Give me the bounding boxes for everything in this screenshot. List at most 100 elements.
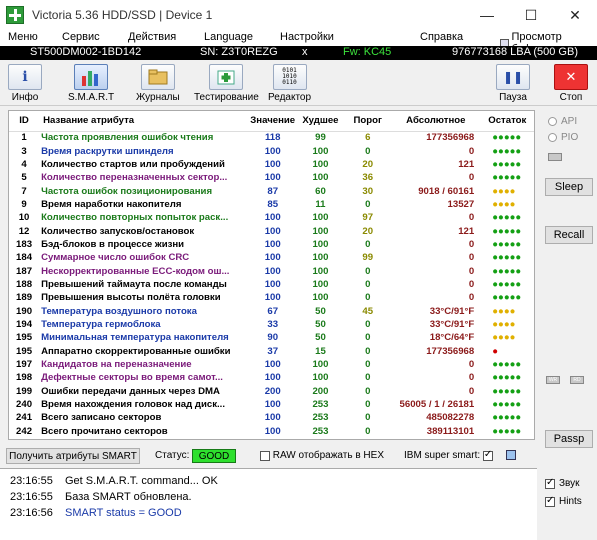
menu-actions[interactable]: Действия: [128, 31, 176, 43]
col-id[interactable]: ID: [9, 111, 40, 132]
hints-checkbox[interactable]: Hints: [545, 495, 582, 507]
table-row[interactable]: 195 Аппаратно скорректированные ошибки 37 1…: [9, 345, 534, 358]
table-row[interactable]: 242 Всего прочитано секторов 100 253 0 389113…: [9, 425, 534, 438]
menu-help[interactable]: Справка: [420, 31, 463, 43]
table-row[interactable]: 197 Кандидатов на переназначение 100 100 0 0 ●…: [9, 358, 534, 371]
table-row[interactable]: 7 Частота ошибок позиционирования 87 60 30 90…: [9, 184, 534, 197]
attr-value: 100: [264, 238, 281, 250]
table-row[interactable]: 3 Время раскрутки шпинделя 100 100 0 0 ●●●●●: [9, 144, 534, 157]
attr-worst: 100: [312, 278, 329, 290]
menu-settings[interactable]: Настройки: [280, 31, 334, 43]
attr-name: Превышений таймаута после команды: [41, 278, 227, 290]
attr-name: Количество запусков/остановок: [41, 225, 195, 237]
attr-absolute: 121: [458, 158, 475, 170]
table-row[interactable]: 199 Ошибки передачи данных через DMA 200 20…: [9, 385, 534, 398]
attr-worst: 100: [312, 212, 329, 224]
col-value[interactable]: Значение: [248, 111, 297, 132]
journals-tool[interactable]: Журналы: [136, 64, 180, 103]
menu-language[interactable]: Language: [204, 31, 253, 43]
table-row[interactable]: 195 Минимальная температура накопителя 90 5…: [9, 331, 534, 344]
attr-health-dots: ●●●●●: [492, 158, 522, 170]
attr-absolute: 0: [468, 212, 475, 224]
passp-button[interactable]: Passp: [545, 430, 593, 448]
smart-bars-icon: [74, 64, 109, 90]
ibm-super-smart-checkbox[interactable]: IBM super smart:: [404, 449, 493, 461]
api-radio[interactable]: API: [548, 116, 577, 127]
raw-hex-checkbox[interactable]: RAW отображать в HEX: [260, 450, 384, 461]
attr-threshold: 20: [362, 225, 374, 237]
attr-worst: 253: [312, 399, 329, 411]
attr-name: Всего прочитано секторов: [41, 425, 168, 437]
log-panel[interactable]: 23:16:55 Get S.M.A.R.T. command... OK 23:…: [0, 468, 537, 540]
get-smart-button[interactable]: Получить атрибуты SMART: [6, 448, 140, 464]
attr-health-dots: ●●●●●: [492, 399, 522, 411]
attr-worst: 50: [315, 305, 326, 317]
menu-main[interactable]: Меню: [8, 31, 38, 43]
col-worst[interactable]: Худшее: [296, 111, 345, 132]
attr-name: Количество повторных попыток раск...: [41, 212, 229, 224]
recall-button[interactable]: Recall: [545, 226, 593, 244]
table-row[interactable]: 183 Бэд-блоков в процессе жизни 100 100 0 0 ●●…: [9, 238, 534, 251]
smart-tool[interactable]: S.M.A.R.T: [68, 64, 114, 103]
col-name[interactable]: Название атрибута: [39, 111, 249, 132]
col-threshold[interactable]: Порог: [344, 111, 392, 132]
table-row[interactable]: 5 Количество переназначенных сектор... 100…: [9, 171, 534, 184]
pio-radio[interactable]: PIO: [548, 132, 578, 143]
attr-threshold: 0: [365, 278, 371, 290]
pause-tool[interactable]: ❚❚ Пауза: [496, 64, 530, 103]
col-remaining[interactable]: Остаток: [480, 111, 534, 132]
attr-health-dots: ●●●●●: [492, 145, 522, 157]
attr-id: 195: [16, 332, 33, 344]
attr-threshold: 0: [365, 372, 371, 384]
attr-id: 7: [21, 185, 27, 197]
menu-service[interactable]: Сервис: [62, 31, 100, 43]
maximize-button[interactable]: ☐: [509, 0, 553, 30]
table-row[interactable]: 188 Превышений таймаута после команды 100 1…: [9, 278, 534, 291]
table-row[interactable]: 184 Суммарное число ошибок CRC 100 100 99 0 ●●…: [9, 251, 534, 264]
log-line: 23:16:55 База SMART обновлена.: [10, 491, 192, 503]
testing-tool[interactable]: Тестирование: [194, 64, 259, 103]
table-row[interactable]: 189 Превышения высоты полёта головки 100 10…: [9, 291, 534, 304]
minimize-button[interactable]: —: [465, 0, 509, 30]
editor-tool[interactable]: 0101 1010 0110 Редактор: [268, 64, 311, 103]
smart-table[interactable]: ID Название атрибута Значение Худшее Пор…: [8, 110, 535, 440]
attr-absolute: 33°C/91°F: [429, 305, 475, 317]
table-row[interactable]: 187 Нескорректированные ЕСС-кодом ош... 10…: [9, 264, 534, 277]
table-row[interactable]: 12 Количество запусков/остановок 100 100 20 1…: [9, 224, 534, 237]
table-row[interactable]: 198 Дефектные секторы во время самот... 10…: [9, 371, 534, 384]
table-row[interactable]: 1 Частота проявления ошибок чтения 118 99 6 1…: [9, 131, 534, 144]
attr-id: 195: [16, 345, 33, 357]
sound-checkbox[interactable]: Звук: [545, 477, 580, 489]
attr-health-dots: ●●●●●: [492, 425, 522, 437]
table-row[interactable]: 4 Количество стартов или пробуждений 100 10…: [9, 158, 534, 171]
drive-model[interactable]: ST500DM002-1BD142: [30, 46, 141, 58]
attr-threshold: 0: [365, 145, 371, 157]
table-row[interactable]: 10 Количество повторных попыток раск... 10…: [9, 211, 534, 224]
table-row[interactable]: 190 Температура воздушного потока 67 50 45 33…: [9, 304, 534, 317]
attr-name: Температура воздушного потока: [41, 305, 197, 317]
table-row[interactable]: 240 Время нахождения головок над диск... 1…: [9, 398, 534, 411]
col-absolute[interactable]: Абсолютное: [391, 111, 481, 132]
attr-health-dots: ●●●●●: [492, 412, 522, 424]
color-picker-square[interactable]: [506, 450, 516, 460]
stop-tool[interactable]: ✕ Стоп: [554, 64, 588, 103]
table-row[interactable]: 241 Всего записано секторов 100 253 0 4850822…: [9, 411, 534, 424]
close-button[interactable]: ✕: [553, 0, 597, 30]
attr-value: 118: [264, 132, 281, 144]
attr-worst: 100: [312, 372, 329, 384]
drive-close-x[interactable]: x: [302, 46, 308, 58]
attr-id: 189: [16, 292, 33, 304]
table-row[interactable]: 9 Время наработки накопителя 85 11 0 13527 ●●●…: [9, 198, 534, 211]
attr-worst: 11: [315, 198, 326, 210]
attr-health-dots: ●●●●: [492, 332, 516, 344]
attr-worst: 100: [312, 292, 329, 304]
attr-absolute: 0: [468, 252, 475, 264]
table-row[interactable]: 194 Температура гермоблока 33 50 0 33°C/91°F ●…: [9, 318, 534, 331]
info-tool[interactable]: i Инфо: [8, 64, 42, 103]
sleep-button[interactable]: Sleep: [545, 178, 593, 196]
attr-health-dots: ●●●●●: [492, 359, 522, 371]
journal-folder-icon: [140, 64, 175, 90]
attr-health-dots: ●●●●●: [492, 385, 522, 397]
attr-health-dots: ●●●●●: [492, 172, 522, 184]
title-bar: Victoria 5.36 HDD/SSD | Device 1 — ☐ ✕: [0, 0, 597, 30]
